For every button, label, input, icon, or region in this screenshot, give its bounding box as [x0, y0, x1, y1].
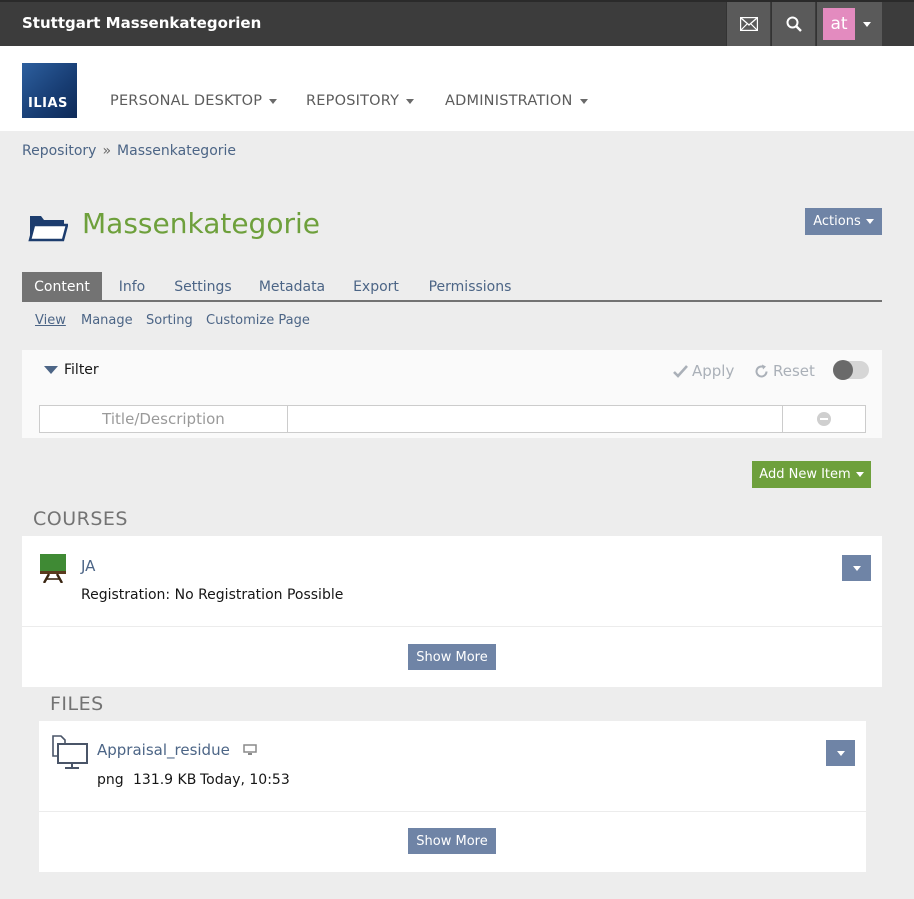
installation-title: Stuttgart Massenkategorien [22, 14, 262, 32]
chevron-down-icon [269, 98, 278, 104]
top-bar: Stuttgart Massenkategorien at [0, 0, 914, 46]
breadcrumb-item-current[interactable]: Massenkategorie [117, 143, 236, 159]
tab-export[interactable]: Export [348, 272, 404, 302]
file-date: Today, 10:53 [200, 772, 290, 788]
actions-label: Actions [813, 214, 861, 229]
check-icon [673, 364, 688, 378]
actions-button[interactable]: Actions [805, 208, 882, 235]
chevron-down-icon [579, 98, 588, 104]
course-actions-dropdown[interactable] [842, 555, 871, 581]
chevron-down-icon [863, 21, 871, 27]
nav-label: REPOSITORY [306, 93, 400, 109]
files-show-more-button[interactable]: Show More [408, 828, 496, 854]
nav-personal-desktop[interactable]: PERSONAL DESKTOP [110, 93, 278, 109]
user-menu-button[interactable]: at [816, 2, 882, 46]
breadcrumb-item-repository[interactable]: Repository [22, 143, 96, 159]
minus-circle-icon [817, 412, 831, 426]
filter-field-label[interactable]: Title/Description [40, 406, 288, 432]
filter-panel: Filter Apply Reset Title/Description [22, 350, 882, 438]
add-new-item-label: Add New Item [759, 467, 851, 482]
tab-info[interactable]: Info [110, 272, 154, 302]
remove-filter-button[interactable] [783, 406, 865, 432]
chevron-down-icon [836, 750, 845, 756]
tab-content[interactable]: Content [22, 272, 102, 302]
folder-icon [28, 216, 68, 242]
subtab-sorting[interactable]: Sorting [146, 313, 193, 328]
course-title-link[interactable]: JA [81, 557, 95, 575]
file-title-link[interactable]: Appraisal_residue [97, 741, 230, 759]
caret-down-icon [44, 366, 58, 374]
chevron-down-icon [406, 98, 415, 104]
add-new-item-button[interactable]: Add New Item [752, 461, 871, 488]
tab-permissions[interactable]: Permissions [422, 272, 518, 302]
mail-icon [739, 17, 758, 31]
courses-block: JA Registration: No Registration Possibl… [22, 536, 882, 687]
breadcrumb-separator: » [102, 143, 112, 159]
chevron-down-icon [855, 472, 864, 477]
course-icon [40, 554, 66, 583]
tab-settings[interactable]: Settings [170, 272, 236, 302]
page-title: Massenkategorie [82, 207, 320, 240]
filter-on-off-toggle[interactable] [833, 360, 869, 380]
file-type: png [97, 772, 124, 788]
courses-heading: COURSES [33, 508, 128, 530]
monitor-icon[interactable] [243, 744, 257, 756]
nav-label: PERSONAL DESKTOP [110, 93, 263, 109]
mail-button[interactable] [726, 2, 770, 46]
nav-label: ADMINISTRATION [445, 93, 573, 109]
filter-toggle[interactable]: Filter [44, 362, 99, 378]
toggle-knob [833, 360, 853, 380]
filter-field-title-description: Title/Description [39, 405, 866, 433]
course-registration-property: Registration: No Registration Possible [81, 587, 344, 603]
chevron-down-icon [852, 565, 861, 571]
ilias-logo[interactable]: ILIAS [22, 63, 77, 118]
reset-button[interactable]: Reset [754, 362, 815, 380]
search-icon [786, 16, 802, 32]
file-actions-dropdown[interactable] [826, 740, 855, 766]
divider [22, 626, 882, 627]
nav-repository[interactable]: REPOSITORY [306, 93, 415, 109]
breadcrumb: Repository » Massenkategorie [22, 143, 236, 159]
refresh-icon [755, 364, 768, 377]
file-icon [52, 735, 88, 769]
apply-label: Apply [692, 362, 735, 380]
nav-administration[interactable]: ADMINISTRATION [445, 93, 588, 109]
chevron-down-icon [865, 219, 874, 224]
files-block: Appraisal_residue png 131.9 KB Today, 10… [39, 721, 866, 872]
filter-label: Filter [64, 362, 99, 378]
file-size: 131.9 KB [133, 772, 197, 788]
reset-label: Reset [773, 362, 815, 380]
logo-text: ILIAS [28, 96, 68, 111]
apply-button[interactable]: Apply [673, 362, 734, 380]
subtab-view[interactable]: View [35, 313, 66, 328]
divider [39, 811, 866, 812]
filter-title-input[interactable] [288, 406, 783, 432]
search-button[interactable] [771, 2, 815, 46]
courses-show-more-button[interactable]: Show More [408, 644, 496, 670]
tab-bar: Content Info Settings Metadata Export Pe… [22, 272, 882, 302]
avatar: at [823, 8, 855, 40]
subtab-customize-page[interactable]: Customize Page [206, 313, 310, 328]
subtab-manage[interactable]: Manage [81, 313, 133, 328]
main-header: ILIAS PERSONAL DESKTOP REPOSITORY ADMINI… [0, 46, 914, 131]
files-heading: FILES [50, 693, 104, 715]
tab-metadata[interactable]: Metadata [254, 272, 330, 302]
